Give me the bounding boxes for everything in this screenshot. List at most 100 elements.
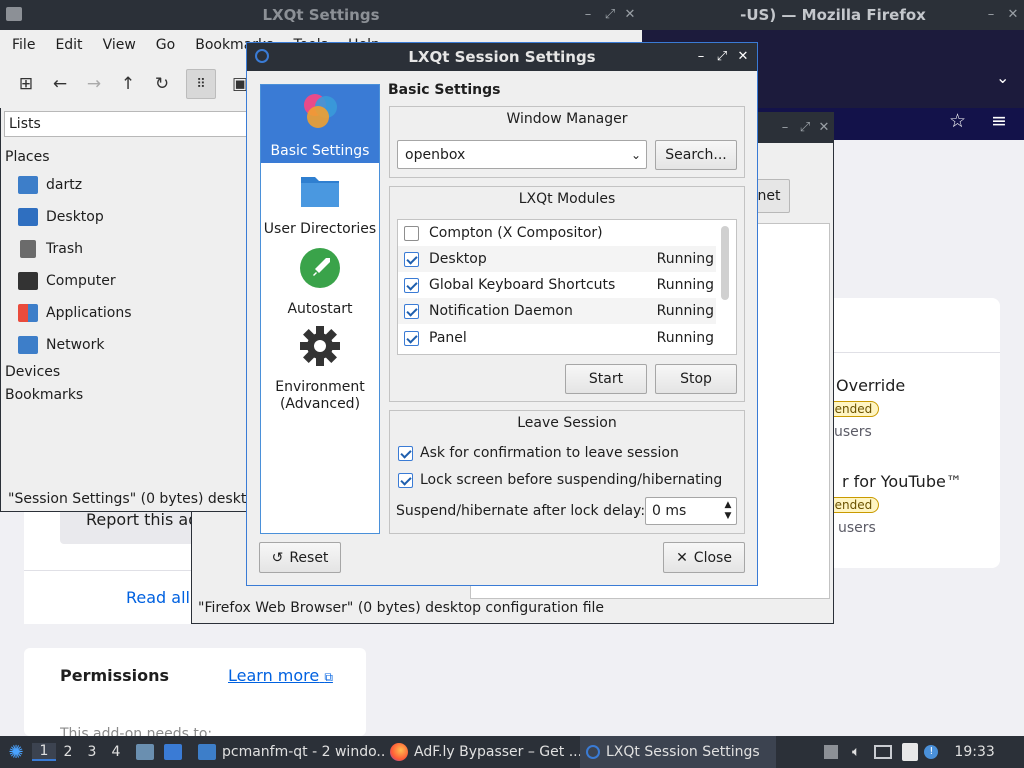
chevron-down-icon[interactable]: ⌄ [996,68,1009,87]
nav-autostart[interactable]: Autostart [261,247,379,323]
minimize-icon[interactable]: – [693,49,709,65]
nav-user-directories[interactable]: User Directories [261,167,379,243]
forward-arrow-icon[interactable]: → [84,74,104,94]
workspace-4[interactable]: 4 [104,744,128,760]
module-checkbox[interactable] [404,251,419,267]
spin-arrows-icon[interactable]: ▲ ▼ [720,500,736,522]
learn-more-label: Learn more [228,666,320,685]
reload-icon[interactable]: ↻ [152,74,172,94]
file-dialog-status: "Firefox Web Browser" (0 bytes) desktop … [198,600,605,616]
addon-name[interactable]: r for YouTube™ [842,472,962,491]
close-icon: ✕ [676,549,688,566]
lock-screen-checkbox[interactable] [398,472,413,488]
firefox-close-icon[interactable]: ✕ [1005,7,1021,23]
close-button[interactable]: ✕ Close [663,542,745,573]
menu-view[interactable]: View [103,37,136,53]
firefox-minimize-icon[interactable]: – [983,7,999,23]
maximize-icon[interactable]: ⤢ [602,7,618,23]
task-pcmanfm[interactable]: pcmanfm-qt - 2 windo... [192,736,384,768]
sidebar-item-applications[interactable]: Applications [18,301,132,325]
reset-button[interactable]: ↺ Reset [259,542,341,573]
module-status: Running [656,330,714,346]
chevron-down-icon: ⌄ [630,147,642,162]
notification-icon[interactable]: ! [924,745,939,759]
gear-icon [300,326,340,366]
module-checkbox[interactable] [404,225,419,241]
star-icon[interactable]: ☆ [949,110,966,132]
icon-view-icon[interactable]: ⠿ [186,69,216,99]
window-manager-combo[interactable]: openbox ⌄ [397,140,647,169]
home-folder-icon [18,176,38,194]
module-row-notifications[interactable]: Notification Daemon Running [398,298,716,324]
sidebar-item-label: Desktop [46,209,104,225]
up-arrow-icon[interactable]: ↑ [118,74,138,94]
addon-users: users [834,424,872,440]
window-manager-value: openbox [405,146,466,163]
module-checkbox[interactable] [404,303,419,319]
workspace-3[interactable]: 3 [80,744,104,760]
addon-users: users [838,520,876,536]
module-row-panel[interactable]: Panel Running [398,324,716,352]
lock-delay-spinbox[interactable]: 0 ms ▲ ▼ [645,497,737,525]
menu-file[interactable]: File [12,37,35,53]
stop-button[interactable]: Stop [655,364,737,394]
learn-more-link[interactable]: Learn more ⧉ [228,666,333,685]
session-settings-titlebar: LXQt Session Settings – ⤢ ✕ [247,43,757,71]
module-row-compton[interactable]: Compton (X Compositor) [398,220,716,246]
nav-label: User Directories [263,221,377,237]
external-link-icon: ⧉ [324,670,333,684]
nav-label: Autostart [287,301,353,317]
volume-icon[interactable]: 🔈︎ [852,744,860,760]
nav-basic-settings[interactable]: Basic Settings [261,85,379,163]
minimize-icon[interactable]: – [580,7,596,23]
sidebar-item-desktop[interactable]: Desktop [18,205,104,229]
firefox-window-title: -US) — Mozilla Firefox [740,6,926,24]
display-icon[interactable] [874,745,893,759]
task-firefox[interactable]: AdF.ly Bypasser – Get ... [384,736,580,768]
file-manager-launcher-icon[interactable] [136,744,154,760]
nav-environment[interactable]: Environment (Advanced) [261,325,379,419]
module-row-shortcuts[interactable]: Global Keyboard Shortcuts Running [398,272,716,298]
module-checkbox[interactable] [404,330,419,346]
confirm-leave-option[interactable]: Ask for confirmation to leave session [398,443,679,463]
module-checkbox[interactable] [404,277,419,293]
confirm-leave-checkbox[interactable] [398,445,413,461]
maximize-icon[interactable]: ⤢ [797,120,813,136]
sidebar-mode-select[interactable]: Lists [4,111,248,137]
addon-name[interactable]: Override [836,376,905,395]
file-manager-status: "Session Settings" (0 bytes) desktop con… [2,488,248,510]
start-button[interactable]: Start [565,364,647,394]
modules-scrollbar[interactable] [721,226,729,300]
search-button[interactable]: Search... [655,140,737,170]
close-icon[interactable]: ✕ [622,7,638,23]
show-desktop-icon[interactable] [164,744,182,760]
desktop-icon [18,208,38,226]
menu-edit[interactable]: Edit [55,37,82,53]
lock-screen-option[interactable]: Lock screen before suspending/hibernatin… [398,470,722,490]
workspace-1[interactable]: 1 [32,743,56,761]
app-menu-icon[interactable]: ✺ [0,742,32,763]
new-tab-icon[interactable]: ⊞ [16,74,36,94]
minimize-icon[interactable]: – [777,120,793,136]
sidebar-item-network[interactable]: Network [18,333,104,357]
sidebar-item-computer[interactable]: Computer [18,269,116,293]
sidebar-item-home[interactable]: dartz [18,173,82,197]
task-session-settings[interactable]: LXQt Session Settings [580,736,776,768]
close-icon[interactable]: ✕ [735,49,751,65]
close-icon[interactable]: ✕ [816,120,832,136]
clock[interactable]: 19:33 [954,744,994,760]
maximize-icon[interactable]: ⤢ [714,49,730,65]
hamburger-menu-icon[interactable]: ≡ [991,110,1007,132]
confirm-leave-label: Ask for confirmation to leave session [420,445,679,461]
tray-app-icon[interactable] [824,745,838,759]
module-status: Running [656,251,714,267]
read-all-link[interactable]: Read all [126,588,190,607]
back-arrow-icon[interactable]: ← [50,74,70,94]
nav-label: Basic Settings [270,143,370,159]
clipboard-icon[interactable] [902,743,919,761]
workspace-2[interactable]: 2 [56,744,80,760]
menu-go[interactable]: Go [156,37,175,53]
sidebar-item-trash[interactable]: Trash [18,237,83,261]
module-row-desktop[interactable]: Desktop Running [398,246,716,272]
addon-needs-text: This add-on needs to: [60,726,213,736]
